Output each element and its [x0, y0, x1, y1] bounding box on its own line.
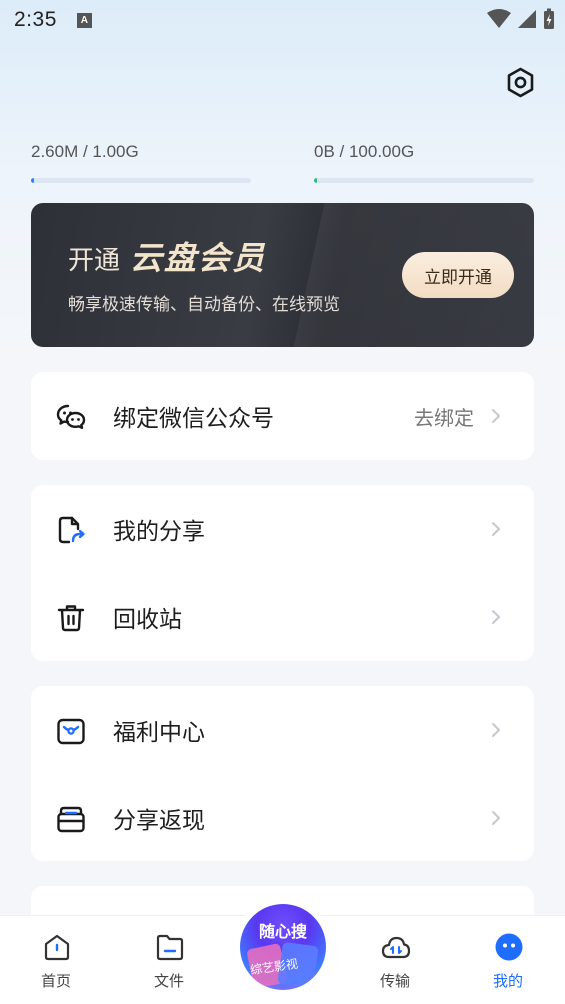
chevron-right-icon — [492, 522, 500, 536]
wifi-icon — [487, 9, 511, 28]
chevron-right-icon — [492, 811, 500, 825]
menu-group-share: 我的分享 回收站 — [31, 485, 534, 661]
cloud-transfer-icon — [381, 936, 411, 959]
backup-storage-usage: 0B / 100.00G — [314, 142, 534, 183]
settings-hexagon-icon — [507, 67, 534, 98]
menu-item-label: 我的分享 — [113, 519, 205, 545]
tab-home[interactable]: 首页 — [16, 916, 96, 1004]
trash-icon — [57, 605, 85, 632]
menu-item-welfare-center[interactable]: 福利中心 — [31, 686, 534, 774]
profile-icon — [495, 933, 523, 961]
tab-profile[interactable]: 我的 — [468, 916, 548, 1004]
menu-group-benefits: 福利中心 分享返现 — [31, 686, 534, 861]
vip-description: 畅享极速传输、自动备份、在线预览 — [68, 295, 340, 315]
notification-a-icon: A — [76, 12, 92, 28]
gift-icon — [57, 718, 85, 745]
folder-icon — [156, 934, 184, 961]
cloud-storage-fill — [31, 178, 34, 183]
menu-item-share-cashback[interactable]: 分享返现 — [31, 774, 534, 862]
vip-banner[interactable]: 开通 云盘会员 畅享极速传输、自动备份、在线预览 立即开通 — [31, 203, 534, 347]
home-icon — [44, 934, 70, 961]
menu-item-label: 福利中心 — [113, 720, 205, 746]
status-bar: 2:35 A — [0, 0, 565, 40]
settings-button[interactable] — [504, 66, 537, 99]
menu-item-my-share[interactable]: 我的分享 — [31, 485, 534, 573]
battery-icon — [544, 8, 554, 29]
wechat-bind-action[interactable]: 去绑定 — [414, 402, 474, 431]
share-file-icon — [58, 516, 85, 544]
signal-icon — [518, 10, 536, 28]
discover-badge: 随心搜 综艺影视 — [240, 904, 326, 990]
wechat-bind-label: 绑定微信公众号 — [113, 406, 274, 432]
tab-label: 首页 — [40, 972, 71, 990]
tab-label: 文件 — [153, 972, 184, 990]
cloud-storage-bar — [31, 178, 251, 183]
discover-search-button[interactable]: 随心搜 综艺影视 — [234, 898, 332, 996]
vip-title: 开通 云盘会员 — [68, 233, 266, 279]
backup-storage-fill — [314, 178, 317, 183]
cloud-storage-label: 2.60M / 1.00G — [31, 142, 139, 161]
chevron-right-icon — [492, 610, 500, 624]
chevron-right-icon — [492, 409, 500, 423]
wechat-icon — [56, 404, 86, 429]
tab-files[interactable]: 文件 — [129, 916, 209, 1004]
vip-name: 云盘会员 — [130, 239, 267, 277]
backup-storage-bar — [314, 178, 534, 183]
tab-label: 传输 — [379, 972, 410, 990]
fab-title: 随心搜 — [258, 922, 307, 941]
chevron-right-icon — [492, 723, 500, 737]
menu-item-label: 回收站 — [113, 607, 182, 633]
wechat-bind-row[interactable]: 绑定微信公众号 去绑定 — [31, 372, 534, 460]
status-time: 2:35 — [14, 8, 57, 31]
backup-storage-label: 0B / 100.00G — [314, 142, 415, 161]
status-icons — [487, 8, 555, 30]
tab-transfer[interactable]: 传输 — [355, 916, 435, 1004]
cloud-storage-usage: 2.60M / 1.00G — [31, 142, 251, 183]
wechat-bind-card: 绑定微信公众号 去绑定 — [31, 372, 534, 460]
vip-prefix: 开通 — [68, 246, 121, 276]
vip-open-button[interactable]: 立即开通 — [402, 252, 514, 298]
cashback-icon — [57, 806, 85, 833]
menu-item-recycle-bin[interactable]: 回收站 — [31, 573, 534, 661]
tab-label: 我的 — [492, 972, 523, 990]
menu-item-label: 分享返现 — [113, 808, 205, 834]
